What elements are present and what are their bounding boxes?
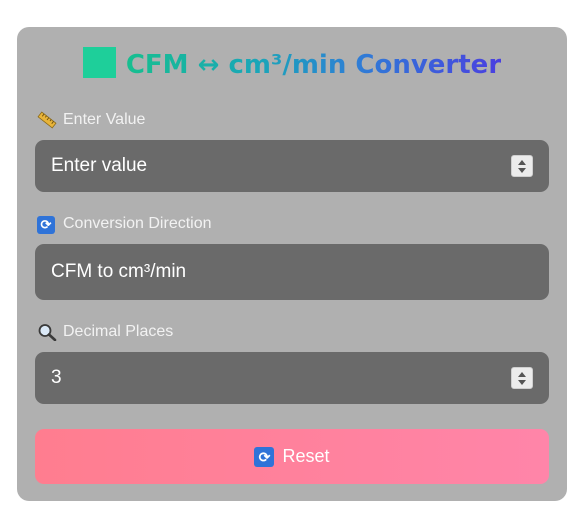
direction-label-text: Conversion Direction [63,215,212,232]
green-square-icon [82,47,116,78]
decimals-value: 3 [51,367,62,388]
page-title: CFM ↔ cm³/min Converter [17,47,567,83]
refresh-icon: ⟳ [37,215,57,234]
decimals-label: Decimal Places [37,322,173,342]
value-input[interactable]: Enter value [35,140,549,192]
value-label: Enter Value [37,110,145,130]
value-label-text: Enter Value [63,111,146,128]
converter-card: CFM ↔ cm³/min Converter Enter Value Ente… [17,27,567,501]
reset-button[interactable]: ⟳ Reset [35,429,549,484]
decimals-input[interactable]: 3 [35,352,549,404]
magnifier-icon [37,323,57,342]
value-stepper[interactable] [511,155,533,177]
value-input-placeholder: Enter value [51,155,148,176]
direction-label: ⟳ Conversion Direction [37,214,212,234]
decimals-stepper[interactable] [511,367,533,389]
ruler-icon [37,111,57,129]
title-text: CFM ↔ cm³/min Converter [125,50,502,80]
refresh-icon: ⟳ [254,446,275,467]
decimals-label-text: Decimal Places [63,323,174,340]
direction-select[interactable]: CFM to cm³/min [35,244,549,300]
reset-button-label: Reset [282,446,330,466]
direction-selected-value: CFM to cm³/min [51,261,187,282]
